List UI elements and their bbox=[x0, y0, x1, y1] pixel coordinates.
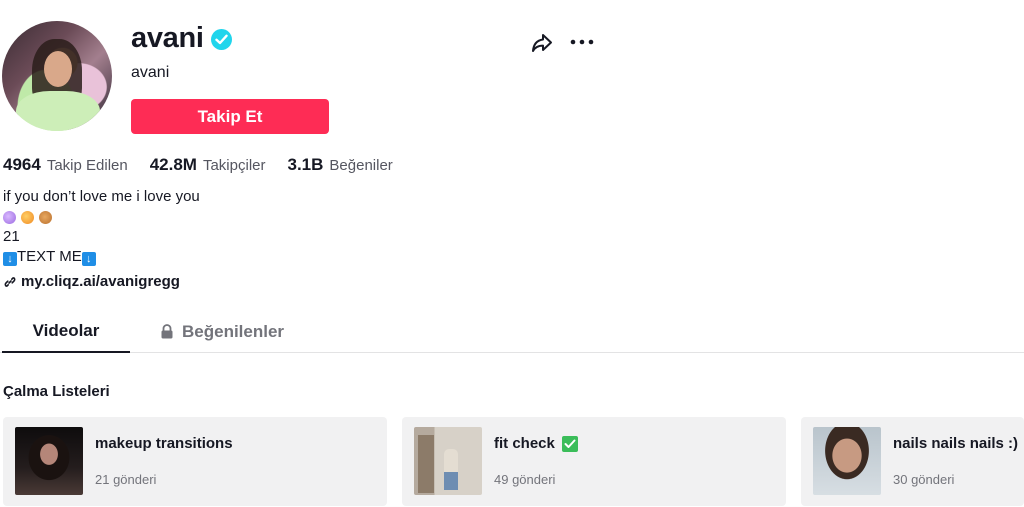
balloon-emoji-icon bbox=[3, 210, 16, 224]
following-count[interactable]: 4964 bbox=[3, 155, 41, 175]
bio-emoji-line bbox=[3, 207, 200, 227]
follow-button[interactable]: Takip Et bbox=[131, 99, 329, 134]
avatar-face bbox=[44, 51, 72, 87]
playlist-count: 21 gönderi bbox=[95, 472, 157, 487]
bio-line: if you don’t love me i love you bbox=[3, 188, 200, 205]
share-icon[interactable] bbox=[530, 31, 554, 55]
check-icon bbox=[561, 435, 578, 452]
playlist-thumbnail bbox=[813, 427, 881, 495]
avatar[interactable] bbox=[2, 21, 112, 131]
playlist-title: makeup transitions bbox=[95, 435, 233, 452]
playlist-count: 30 gönderi bbox=[893, 472, 955, 487]
tab-label: Beğenilenler bbox=[182, 321, 285, 341]
followers-count[interactable]: 42.8M bbox=[150, 155, 197, 175]
tab-liked[interactable]: Beğenilenler bbox=[160, 310, 284, 353]
likes-label: Beğeniler bbox=[329, 157, 393, 174]
tab-videos[interactable]: Videolar bbox=[2, 310, 130, 353]
bio-line: 21 bbox=[3, 228, 20, 245]
profile-bio: if you don’t love me i love you 21 ↓ TEXT… bbox=[3, 187, 200, 267]
tab-label: Videolar bbox=[32, 320, 100, 340]
profile-link-text[interactable]: my.cliqz.ai/avanigregg bbox=[21, 273, 180, 290]
playlist-count: 49 gönderi bbox=[494, 472, 556, 487]
profile-link[interactable]: my.cliqz.ai/avanigregg bbox=[3, 273, 180, 290]
profile-username: avani bbox=[131, 22, 204, 54]
playlist-thumbnail bbox=[15, 427, 83, 495]
followers-label: Takipçiler bbox=[202, 157, 266, 174]
lock-icon bbox=[161, 324, 173, 339]
playlist-card[interactable]: fit check 49 gönderi bbox=[402, 417, 786, 506]
planet-emoji-icon bbox=[21, 210, 34, 224]
likes-count: 3.1B bbox=[287, 155, 324, 174]
playlists-title: Çalma Listeleri bbox=[3, 383, 110, 400]
playlist-thumbnail bbox=[414, 427, 482, 495]
verified-badge-icon bbox=[211, 29, 232, 50]
down-arrow-emoji-icon: ↓ bbox=[3, 252, 17, 266]
profile-tabs: Videolar Beğenilenler bbox=[0, 310, 1024, 353]
playlist-card[interactable]: nails nails nails :) 30 gönderi bbox=[801, 417, 1024, 506]
avatar-clothing bbox=[16, 91, 100, 131]
down-arrow-emoji-icon: ↓ bbox=[81, 252, 96, 266]
bio-text-line: ↓ TEXT ME ↓ bbox=[3, 247, 200, 267]
profile-nickname: avani bbox=[131, 64, 170, 81]
more-icon[interactable] bbox=[569, 30, 595, 54]
bio-line: TEXT ME bbox=[17, 248, 82, 265]
playlist-title: fit check bbox=[494, 435, 578, 452]
teddy-bear-emoji-icon bbox=[39, 210, 52, 224]
playlist-card[interactable]: makeup transitions 21 gönderi bbox=[3, 417, 387, 506]
playlist-title: nails nails nails :) bbox=[893, 435, 1019, 452]
link-icon bbox=[4, 276, 16, 287]
profile-stats: 4964 Takip Edilen 42.8M Takipçiler 3.1B … bbox=[3, 155, 415, 177]
following-label: Takip Edilen bbox=[46, 157, 128, 174]
